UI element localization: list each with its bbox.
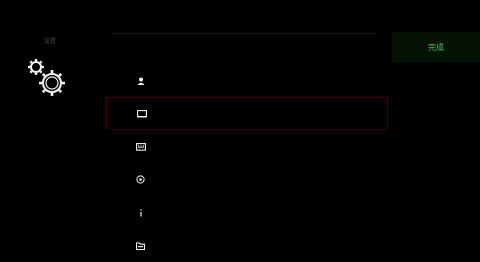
settings-menu (106, 64, 388, 262)
display-icon (136, 108, 147, 119)
menu-item-controls[interactable] (106, 130, 388, 163)
folder-icon (135, 240, 146, 251)
header-divider (112, 33, 376, 34)
confirm-button[interactable]: 完成 (392, 32, 480, 62)
target-icon (135, 174, 146, 185)
menu-item-account[interactable] (106, 64, 388, 97)
keyboard-icon (135, 141, 146, 152)
app-title: 设置 (43, 38, 56, 45)
menu-item-display[interactable] (106, 97, 388, 130)
menu-item-target[interactable] (106, 163, 388, 196)
gears-logo-icon (28, 59, 65, 96)
menu-item-info[interactable] (106, 196, 388, 229)
user-icon (135, 75, 146, 86)
menu-item-storage[interactable] (106, 229, 388, 262)
info-icon (135, 207, 146, 218)
